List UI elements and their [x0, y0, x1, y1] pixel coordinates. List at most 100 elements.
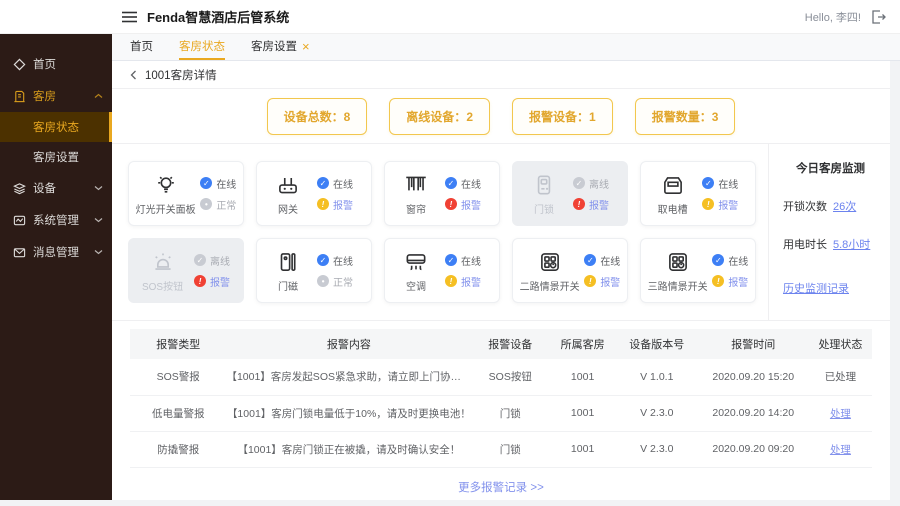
device-card-scene-switch-2[interactable]: 二路情景开关 在线 报警 — [512, 238, 628, 303]
device-name: 二路情景开关 — [519, 281, 580, 293]
device-card-light-switch[interactable]: 灯光开关面板 在线 正常 — [128, 161, 244, 226]
alarm-status-icon — [445, 198, 457, 210]
sidebar-item-home[interactable]: 首页 — [0, 48, 112, 80]
online-status-icon — [584, 254, 597, 266]
alarm-status-label[interactable]: 报警 — [461, 197, 481, 212]
col-device-version: 设备版本号 — [615, 329, 698, 359]
device-name: 窗帘 — [406, 204, 426, 216]
offline-status-icon — [573, 177, 585, 189]
alarm-status-label[interactable]: 报警 — [600, 274, 620, 289]
alarm-status-label: 正常 — [216, 200, 237, 212]
sidebar-item-label: 客房状态 — [33, 122, 79, 134]
power-duration-link[interactable]: 5.8小时 — [833, 236, 870, 252]
tab-label: 首页 — [130, 41, 153, 53]
device-name: 门磁 — [278, 281, 298, 293]
device-card-power-slot[interactable]: 取电槽 在线 报警 — [640, 161, 756, 226]
alarm-status-label[interactable]: 报警 — [718, 197, 738, 212]
room-icon — [13, 90, 26, 103]
cell-room: 1001 — [549, 395, 616, 432]
cell-alarm-device: SOS按钮 — [471, 359, 550, 396]
cell-alarm-type: 低电量警报 — [130, 395, 227, 432]
sidebar: 首页 客房 客房状态 客房设置 设备 系统管理 消息管理 — [0, 34, 112, 500]
alarm-status-icon — [317, 198, 329, 210]
close-tab-icon[interactable]: × — [302, 40, 310, 53]
monitor-label: 用电时长 — [783, 239, 827, 251]
alarm-status-label[interactable]: 报警 — [589, 197, 609, 212]
stat-alarm-devices: 报警设备：1 — [512, 97, 613, 135]
room-monitor-panel: 今日客房监测 开锁次数 26次 用电时长 5.8小时 历史监测记录 — [768, 144, 890, 320]
user-greeting: Hello, 李四! — [804, 11, 861, 24]
device-name: 取电槽 — [657, 204, 688, 216]
device-card-curtain[interactable]: 窗帘 在线 报警 — [384, 161, 500, 226]
tab-home[interactable]: 首页 — [130, 34, 153, 60]
unlock-count-link[interactable]: 26次 — [833, 198, 856, 214]
cell-room: 1001 — [549, 359, 616, 396]
air-conditioner-icon — [403, 249, 429, 275]
col-alarm-type: 报警类型 — [130, 329, 227, 359]
system-icon — [13, 214, 26, 227]
device-card-sos-button[interactable]: SOS按钮 离线 报警 — [128, 238, 244, 303]
history-records-link[interactable]: 历史监测记录 — [783, 283, 849, 295]
cell-alarm-time: 2020.09.20 15:20 — [697, 359, 809, 396]
online-status-label: 在线 — [333, 179, 353, 191]
chevron-down-icon — [94, 185, 103, 191]
online-status-label: 离线 — [589, 179, 609, 191]
alarm-status-icon — [445, 275, 457, 287]
sidebar-item-messages[interactable]: 消息管理 — [0, 236, 112, 268]
cell-alarm-content: 【1001】客房门锁电量低于10%，请及时更换电池！ — [226, 395, 472, 432]
handle-link[interactable]: 处理 — [830, 408, 851, 420]
online-status-icon — [317, 254, 329, 266]
sidebar-item-label: 设备 — [33, 183, 56, 195]
cell-device-version: V 2.3.0 — [615, 395, 698, 432]
stat-offline-devices: 离线设备：2 — [389, 97, 490, 135]
online-status-label: 在线 — [718, 179, 739, 191]
online-status-icon — [712, 254, 725, 266]
sidebar-item-room-status[interactable]: 客房状态 — [0, 112, 112, 142]
normal-status-icon — [200, 198, 213, 210]
more-alarm-records-link[interactable]: 更多报警记录 >> — [458, 479, 544, 495]
device-card-door-sensor[interactable]: 门磁 在线 正常 — [256, 238, 372, 303]
alarm-status-label[interactable]: 报警 — [210, 274, 230, 289]
tab-label: 客房设置 — [251, 41, 297, 53]
device-name: 空调 — [406, 281, 426, 293]
gateway-icon — [275, 172, 301, 198]
online-status-label: 在线 — [461, 256, 481, 268]
sidebar-item-devices[interactable]: 设备 — [0, 172, 112, 204]
chevron-up-icon — [94, 93, 103, 99]
cell-alarm-type: 防撬警报 — [130, 431, 227, 468]
online-status-icon — [317, 177, 329, 189]
device-card-door-lock[interactable]: 门锁 离线 报警 — [512, 161, 628, 226]
device-name: 网关 — [278, 204, 298, 216]
tab-room-settings[interactable]: 客房设置 × — [251, 34, 310, 60]
cell-alarm-time: 2020.09.20 14:20 — [697, 395, 809, 432]
logout-icon[interactable] — [871, 9, 886, 24]
stat-alarm-count: 报警数量：3 — [634, 97, 736, 135]
device-card-scene-switch-3[interactable]: 三路情景开关 在线 报警 — [640, 238, 756, 303]
chevron-down-icon — [94, 217, 103, 223]
device-card-gateway[interactable]: 网关 在线 报警 — [256, 161, 372, 226]
alarm-status-icon — [573, 198, 585, 210]
alarm-status-label[interactable]: 报警 — [333, 197, 353, 212]
sidebar-item-room-settings[interactable]: 客房设置 — [0, 142, 112, 172]
table-row: 低电量警报 【1001】客房门锁电量低于10%，请及时更换电池！ 门锁 1001… — [130, 395, 872, 432]
tab-room-status[interactable]: 客房状态 — [179, 34, 225, 60]
app-title: Fenda智慧酒店后管系统 — [147, 10, 290, 25]
main-area: 首页 客房状态 客房设置 × 1001客房详情 设备总数：8 离线设备：2 报警… — [112, 34, 900, 500]
table-header-row: 报警类型 报警内容 报警设备 所属客房 设备版本号 报警时间 处理状态 — [130, 329, 872, 359]
tab-bar: 首页 客房状态 客房设置 × — [112, 34, 900, 61]
device-name: 门锁 — [534, 204, 554, 216]
online-status-label: 在线 — [216, 179, 237, 191]
sidebar-item-rooms[interactable]: 客房 — [0, 80, 112, 112]
menu-toggle-icon[interactable] — [122, 11, 137, 23]
online-status-label: 在线 — [728, 256, 749, 268]
tab-label: 客房状态 — [179, 41, 225, 53]
sidebar-item-system[interactable]: 系统管理 — [0, 204, 112, 236]
alarm-status-label[interactable]: 报警 — [461, 274, 481, 289]
handle-link[interactable]: 处理 — [830, 444, 851, 456]
chevron-down-icon — [94, 249, 103, 255]
sidebar-item-label: 客房 — [33, 91, 56, 103]
alarm-status-label[interactable]: 报警 — [728, 274, 748, 289]
back-chevron-icon[interactable] — [130, 70, 137, 80]
device-grid: 灯光开关面板 在线 正常 网关 在线 报警 — [112, 144, 768, 320]
device-card-air-conditioner[interactable]: 空调 在线 报警 — [384, 238, 500, 303]
